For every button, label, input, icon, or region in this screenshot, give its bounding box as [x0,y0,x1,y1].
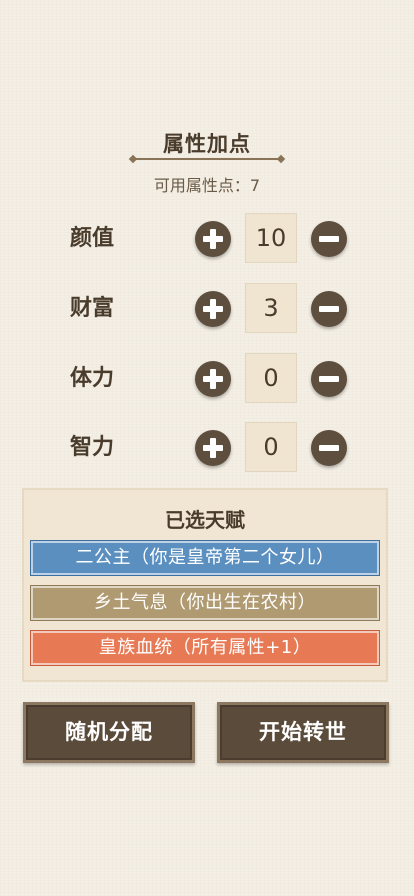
attribute-label: 颜值 [70,226,115,251]
plus-circle-icon[interactable] [195,361,231,397]
attribute-row-wealth: 财富 3 [0,282,414,336]
minus-circle-icon[interactable] [311,221,347,257]
attribute-value: 10 [245,213,297,263]
attribute-row-intelligence: 智力 0 [0,421,414,475]
random-assign-button[interactable]: 随机分配 [23,702,195,763]
plus-circle-icon[interactable] [195,291,231,327]
plus-circle-icon[interactable] [195,430,231,466]
attribute-value: 0 [245,422,297,472]
plus-circle-icon[interactable] [195,221,231,257]
minus-circle-icon[interactable] [311,430,347,466]
talent-item[interactable]: 皇族血统（所有属性+1） [30,630,380,666]
title-divider [128,154,286,164]
attribute-label: 体力 [70,366,115,391]
page-title: 属性加点 [163,132,251,156]
attribute-row-stamina: 体力 0 [0,352,414,406]
talents-title: 已选天赋 [165,508,245,532]
talent-item[interactable]: 二公主（你是皇帝第二个女儿） [30,540,380,576]
start-reincarnation-button[interactable]: 开始转世 [217,702,389,763]
selected-talents-panel: 已选天赋 二公主（你是皇帝第二个女儿） 乡土气息（你出生在农村） 皇族血统（所有… [22,488,388,682]
talent-item[interactable]: 乡土气息（你出生在农村） [30,585,380,621]
available-points: 可用属性点：7 [153,176,261,195]
attribute-value: 3 [245,283,297,333]
minus-circle-icon[interactable] [311,291,347,327]
minus-circle-icon[interactable] [311,361,347,397]
attribute-value: 0 [245,353,297,403]
attribute-label: 财富 [70,296,115,321]
attribute-row-appearance: 颜值 10 [0,212,414,266]
attribute-label: 智力 [70,435,115,460]
